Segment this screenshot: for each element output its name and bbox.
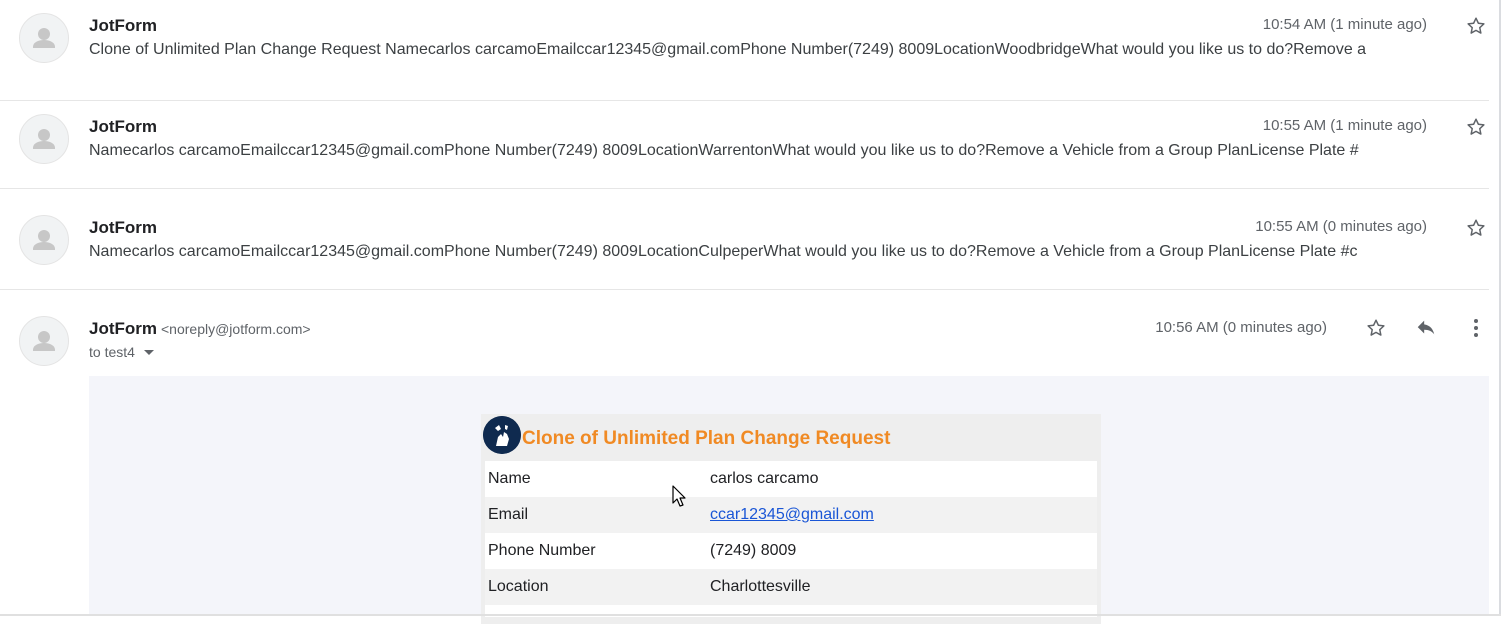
form-row: Location Charlottesville [485, 569, 1097, 605]
person-icon [19, 316, 69, 366]
person-icon [19, 114, 69, 164]
mouse-pointer-icon [672, 485, 686, 507]
collapsed-message[interactable]: JotForm Clone of Unlimited Plan Change R… [0, 0, 1489, 101]
message-timestamp: 10:55 AM (1 minute ago) [1262, 117, 1427, 134]
form-row-value: (7249) 8009 [710, 542, 797, 559]
sender-name: JotForm [89, 16, 157, 35]
message-snippet: Clone of Unlimited Plan Change Request N… [89, 41, 1367, 58]
caret-down-icon [143, 344, 155, 360]
message-timestamp: 10:55 AM (0 minutes ago) [1255, 218, 1427, 235]
form-row-label: Email [488, 506, 529, 523]
open-message-sender: JotForm <noreply@jotform.com> [89, 319, 311, 339]
form-row-label: Location [488, 578, 549, 595]
person-icon [19, 215, 69, 265]
email-link[interactable]: ccar12345@gmail.com [710, 506, 1097, 524]
message-snippet: Namecarlos carcamoEmailccar12345@gmail.c… [89, 243, 1358, 260]
person-icon [19, 13, 69, 63]
collapsed-message[interactable]: JotForm Namecarlos carcamoEmailccar12345… [0, 88, 1489, 189]
star-outline-icon[interactable] [1464, 14, 1488, 38]
form-row-value: Charlottesville [710, 578, 811, 595]
star-outline-icon[interactable] [1464, 115, 1488, 139]
form-title: Clone of Unlimited Plan Change Request [522, 428, 891, 449]
reply-icon[interactable] [1414, 316, 1438, 340]
message-timestamp: 10:54 AM (1 minute ago) [1262, 16, 1427, 33]
star-outline-icon[interactable] [1464, 216, 1488, 240]
form-row: Name carlos carcamo [485, 461, 1097, 497]
sender-name: JotForm [89, 218, 157, 237]
sender-name: JotForm [89, 319, 157, 338]
message-timestamp: 10:56 AM (0 minutes ago) [1155, 319, 1327, 336]
more-vertical-icon[interactable] [1464, 316, 1488, 340]
to-line-text: to test4 [89, 344, 135, 360]
form-row: Email ccar12345@gmail.com [485, 497, 1097, 533]
collapsed-message[interactable]: JotForm Namecarlos carcamoEmailccar12345… [0, 189, 1489, 290]
recipients-toggle[interactable]: to test4 [89, 344, 155, 360]
form-submission-card: Clone of Unlimited Plan Change Request N… [481, 414, 1101, 624]
form-header: Clone of Unlimited Plan Change Request [481, 414, 1101, 461]
form-table: Name carlos carcamo Email ccar12345@gmai… [485, 461, 1097, 617]
form-row-label: Phone Number [488, 542, 596, 559]
message-snippet: Namecarlos carcamoEmailccar12345@gmail.c… [89, 142, 1359, 159]
form-row: Phone Number (7249) 8009 [485, 533, 1097, 569]
form-row-value: carlos carcamo [710, 470, 819, 487]
email-body: Clone of Unlimited Plan Change Request N… [89, 376, 1489, 624]
star-outline-icon[interactable] [1364, 316, 1388, 340]
form-logo [483, 416, 521, 454]
sender-name: JotForm [89, 117, 157, 136]
email-thread: JotForm Clone of Unlimited Plan Change R… [0, 0, 1489, 624]
sender-email: <noreply@jotform.com> [161, 321, 311, 337]
